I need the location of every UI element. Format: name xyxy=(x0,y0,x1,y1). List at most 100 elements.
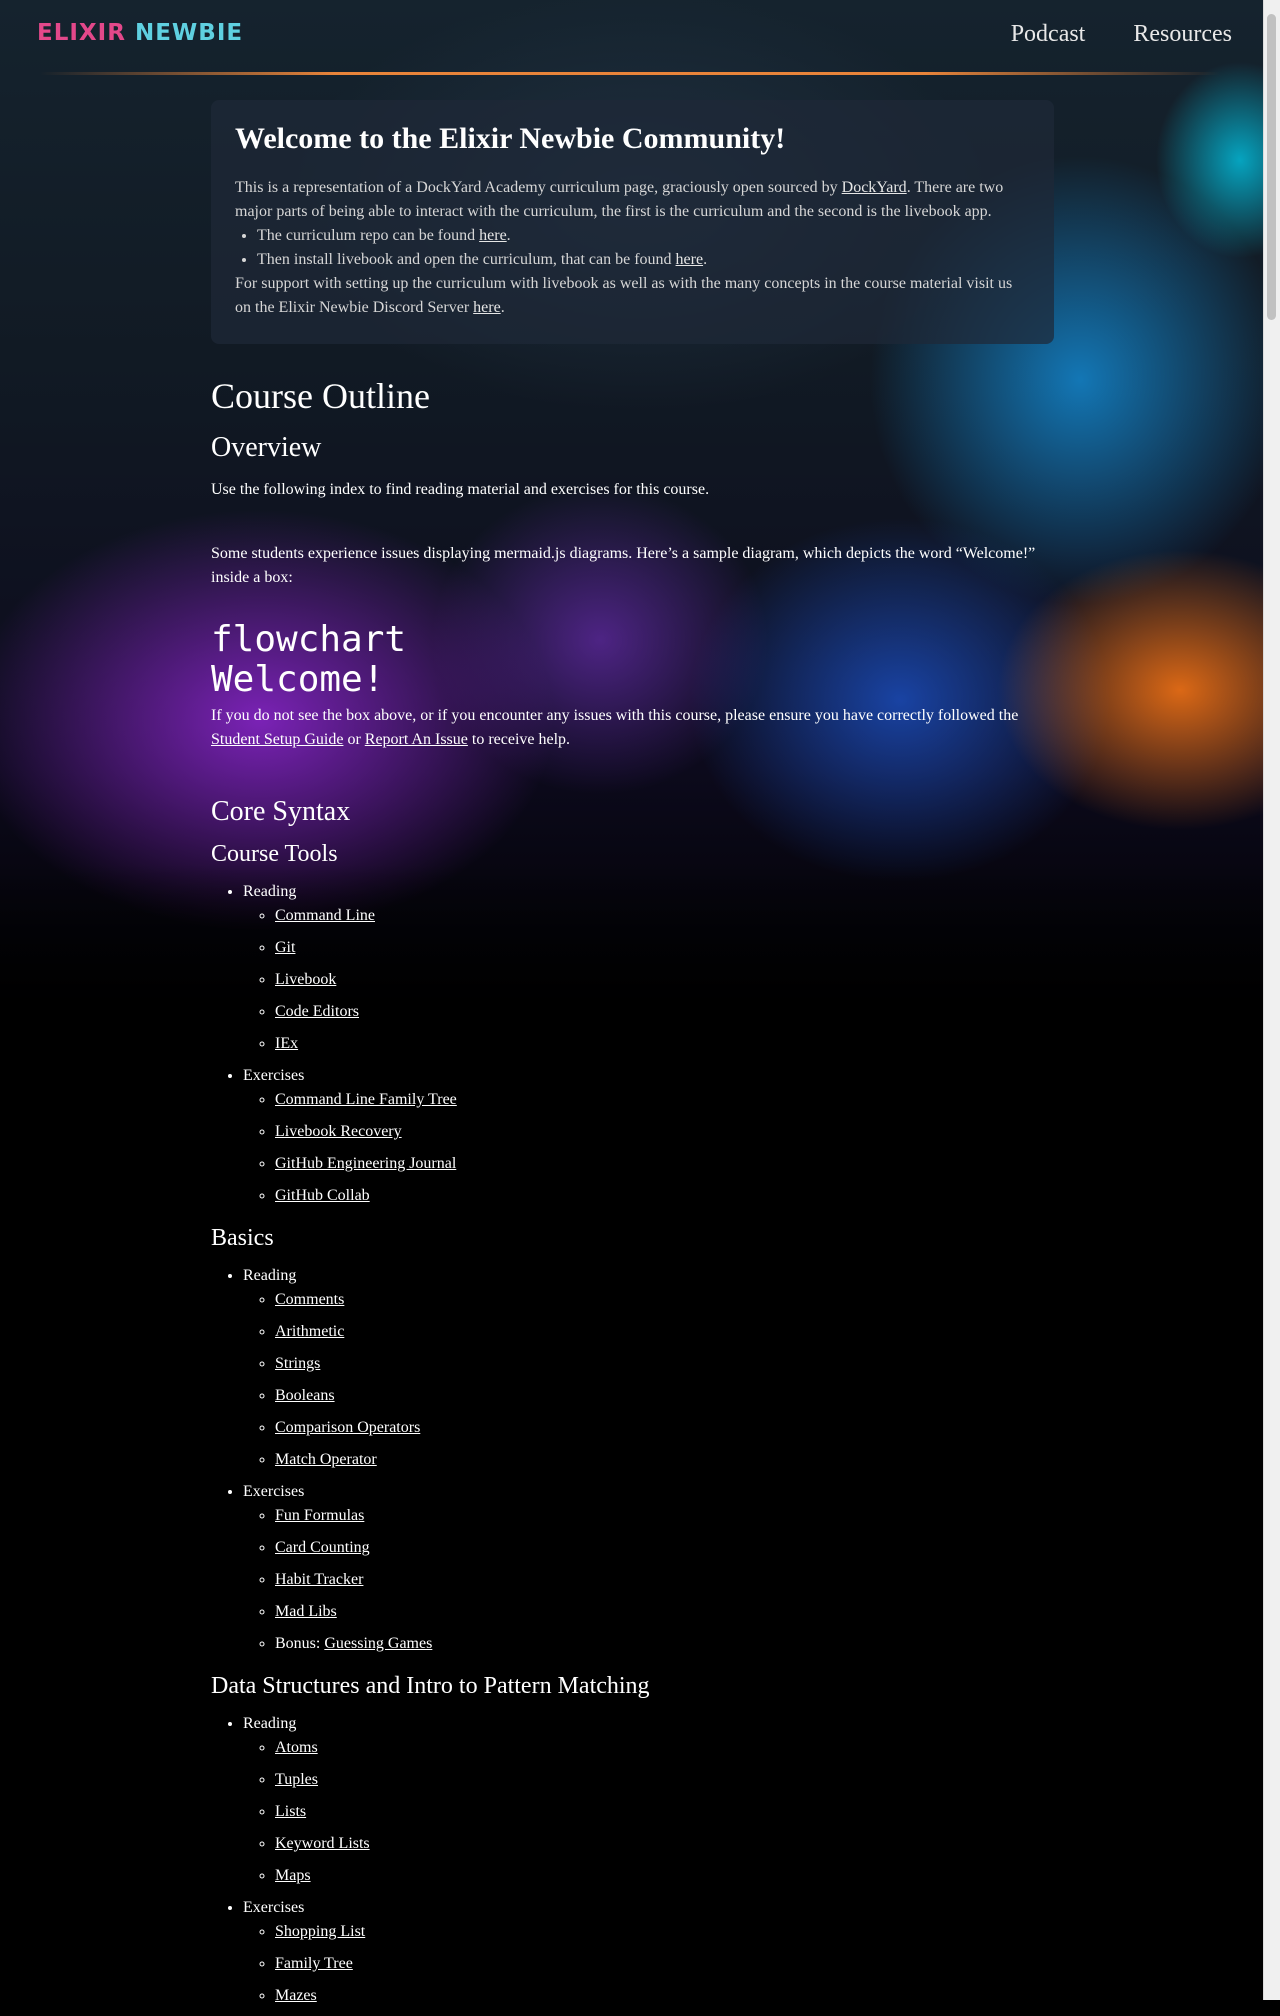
curriculum-repo-link[interactable]: here xyxy=(479,227,507,244)
exercise-item: Mazes xyxy=(275,1984,1054,2008)
reading-list: Comments Arithmetic Strings Booleans Compari… xyxy=(243,1288,1054,1472)
reading-item: IEx xyxy=(275,1032,1054,1056)
scrollbar[interactable] xyxy=(1263,0,1280,2000)
header-divider xyxy=(40,72,1220,75)
welcome-step-livebook: Then install livebook and open the curri… xyxy=(257,248,1030,272)
course-sections: Course Tools Reading Command Line Git Livebo… xyxy=(211,838,1054,2008)
reading-link-maps[interactable]: Maps xyxy=(275,1867,311,1884)
site-logo[interactable]: ELIXIR NEWBIE xyxy=(37,20,243,46)
exercises-group: Exercises Fun Formulas Card Counting Habit … xyxy=(243,1480,1054,1656)
welcome-intro: This is a representation of a DockYard A… xyxy=(235,179,1004,220)
welcome-title: Welcome to the Elixir Newbie Community! xyxy=(235,122,786,155)
bonus-item: Bonus: Guessing Games xyxy=(275,1632,1054,1656)
exercise-link-fun-formulas[interactable]: Fun Formulas xyxy=(275,1507,364,1524)
reading-item: Maps xyxy=(275,1864,1054,1888)
reading-link-comments[interactable]: Comments xyxy=(275,1291,344,1308)
reading-link-arithmetic[interactable]: Arithmetic xyxy=(275,1323,344,1340)
exercise-link-family-tree[interactable]: Family Tree xyxy=(275,1955,353,1972)
overview-title: Overview xyxy=(211,432,322,463)
reading-link-lists[interactable]: Lists xyxy=(275,1803,306,1820)
reading-label: Reading xyxy=(243,1267,297,1284)
reading-link-match-operator[interactable]: Match Operator xyxy=(275,1451,377,1468)
mermaid-note: Some students experience issues displayi… xyxy=(211,545,1036,586)
exercise-link-mazes[interactable]: Mazes xyxy=(275,1987,317,2004)
exercise-item: Card Counting xyxy=(275,1536,1054,1560)
reading-group: Reading Atoms Tuples Lists Keyword Lists Maps xyxy=(243,1712,1054,1888)
livebook-install-link[interactable]: here xyxy=(676,251,704,268)
exercise-item: Habit Tracker xyxy=(275,1568,1054,1592)
reading-item: Keyword Lists xyxy=(275,1832,1054,1856)
exercises-label: Exercises xyxy=(243,1067,305,1084)
reading-link-strings[interactable]: Strings xyxy=(275,1355,320,1372)
help-text: If you do not see the box above, or if y… xyxy=(211,707,1019,748)
reading-link-code-editors[interactable]: Code Editors xyxy=(275,1003,359,1020)
discord-link[interactable]: here xyxy=(473,299,501,316)
exercise-link-habit-tracker[interactable]: Habit Tracker xyxy=(275,1571,363,1588)
logo-word-elixir: ELIXIR xyxy=(37,20,126,46)
reading-list: Atoms Tuples Lists Keyword Lists Maps xyxy=(243,1736,1054,1888)
exercises-label: Exercises xyxy=(243,1899,305,1916)
welcome-steps: The curriculum repo can be found here. T… xyxy=(235,224,1030,272)
welcome-step-repo: The curriculum repo can be found here. xyxy=(257,224,1030,248)
section-list: Reading Atoms Tuples Lists Keyword Lists Maps… xyxy=(211,1712,1054,2008)
exercises-list: Command Line Family Tree Livebook Recover… xyxy=(243,1088,1054,1208)
reading-link-keyword-lists[interactable]: Keyword Lists xyxy=(275,1835,370,1852)
reading-item: Code Editors xyxy=(275,1000,1054,1024)
bonus-link-guessing-games[interactable]: Guessing Games xyxy=(324,1635,432,1652)
exercises-list: Shopping List Family Tree Mazes xyxy=(243,1920,1054,2008)
exercises-group: Exercises Shopping List Family Tree Mazes xyxy=(243,1896,1054,2008)
bonus-label: Bonus: xyxy=(275,1635,325,1652)
exercise-item: Mad Libs xyxy=(275,1600,1054,1624)
reading-link-atoms[interactable]: Atoms xyxy=(275,1739,318,1756)
nav-resources[interactable]: Resources xyxy=(1133,21,1232,48)
exercise-link-github-collab[interactable]: GitHub Collab xyxy=(275,1187,370,1204)
reading-group: Reading Command Line Git Livebook Code Edito… xyxy=(243,880,1054,1056)
reading-item: Git xyxy=(275,936,1054,960)
dockyard-link[interactable]: DockYard xyxy=(842,179,907,196)
exercise-link-shopping-list[interactable]: Shopping List xyxy=(275,1923,365,1940)
exercise-link-command-line-family-tree[interactable]: Command Line Family Tree xyxy=(275,1091,457,1108)
overview-text: Use the following index to find reading … xyxy=(211,481,710,498)
course-outline-title: Course Outline xyxy=(211,376,430,416)
reading-label: Reading xyxy=(243,1715,297,1732)
reading-link-livebook[interactable]: Livebook xyxy=(275,971,336,988)
main-nav: Podcast Resources xyxy=(1011,21,1232,48)
exercise-item: Fun Formulas xyxy=(275,1504,1054,1528)
reading-link-tuples[interactable]: Tuples xyxy=(275,1771,318,1788)
exercise-item: GitHub Collab xyxy=(275,1184,1054,1208)
reading-item: Lists xyxy=(275,1800,1054,1824)
exercise-item: GitHub Engineering Journal xyxy=(275,1152,1054,1176)
reading-link-comparison-operators[interactable]: Comparison Operators xyxy=(275,1419,420,1436)
exercise-link-card-counting[interactable]: Card Counting xyxy=(275,1539,370,1556)
welcome-card: Welcome to the Elixir Newbie Community! … xyxy=(211,100,1054,344)
student-setup-guide-link[interactable]: Student Setup Guide xyxy=(211,731,343,748)
exercise-link-livebook-recovery[interactable]: Livebook Recovery xyxy=(275,1123,402,1140)
mermaid-line-2: Welcome! xyxy=(211,659,385,700)
exercise-link-github-engineering-journal[interactable]: GitHub Engineering Journal xyxy=(275,1155,456,1172)
logo-word-newbie: NEWBIE xyxy=(134,20,244,46)
exercise-item: Shopping List xyxy=(275,1920,1054,1944)
scrollbar-thumb[interactable] xyxy=(1267,14,1276,320)
reading-link-command-line[interactable]: Command Line xyxy=(275,907,375,924)
exercises-group: Exercises Command Line Family Tree Liveboo… xyxy=(243,1064,1054,1208)
nav-podcast[interactable]: Podcast xyxy=(1011,21,1086,48)
reading-link-git[interactable]: Git xyxy=(275,939,295,956)
reading-link-iex[interactable]: IEx xyxy=(275,1035,298,1052)
reading-item: Atoms xyxy=(275,1736,1054,1760)
report-issue-link[interactable]: Report An Issue xyxy=(365,731,468,748)
reading-list: Command Line Git Livebook Code Editors IEx xyxy=(243,904,1054,1056)
section-list: Reading Command Line Git Livebook Code Edito… xyxy=(211,880,1054,1208)
reading-label: Reading xyxy=(243,883,297,900)
reading-item: Strings xyxy=(275,1352,1054,1376)
exercise-item: Family Tree xyxy=(275,1952,1054,1976)
reading-item: Match Operator xyxy=(275,1448,1054,1472)
reading-item: Command Line xyxy=(275,904,1054,928)
reading-link-booleans[interactable]: Booleans xyxy=(275,1387,335,1404)
exercises-list: Fun Formulas Card Counting Habit Tracker Ma… xyxy=(243,1504,1054,1656)
exercise-link-mad-libs[interactable]: Mad Libs xyxy=(275,1603,337,1620)
section-title-data-structures-and-intro-to-pattern-matching: Data Structures and Intro to Pattern Mat… xyxy=(211,1673,650,1699)
reading-item: Booleans xyxy=(275,1384,1054,1408)
section-title-basics: Basics xyxy=(211,1225,274,1251)
reading-item: Comments xyxy=(275,1288,1054,1312)
reading-item: Tuples xyxy=(275,1768,1054,1792)
